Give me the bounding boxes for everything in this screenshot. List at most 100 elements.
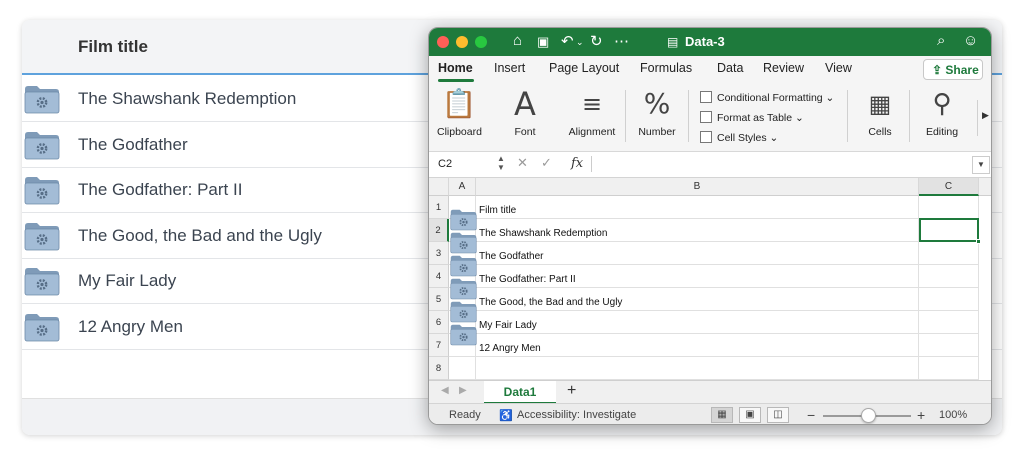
expand-formula-bar-icon[interactable]: ▼ (972, 156, 990, 174)
tab-formulas[interactable]: Formulas (640, 61, 692, 75)
minimize-window-button[interactable] (456, 36, 468, 48)
select-all-corner[interactable] (429, 178, 449, 196)
title-bar: ⌂ ▣ ↶ ⌄ ↻ ⋯ ▤ Data-3 ⌕ ☺ (429, 28, 991, 56)
row-header[interactable]: 5 (429, 288, 449, 311)
column-header-c[interactable]: C (919, 178, 979, 196)
next-sheet-icon[interactable]: ▶ (459, 385, 467, 396)
column-header-film-title[interactable]: Film title (78, 37, 148, 57)
zoom-level[interactable]: 100% (939, 409, 967, 421)
cell-b[interactable]: 12 Angry Men (476, 334, 919, 357)
accessibility-status[interactable]: Accessibility: Investigate (517, 409, 636, 421)
normal-view-button[interactable]: ▦ (711, 407, 733, 423)
ribbon-divider (847, 90, 848, 142)
font-group[interactable]: A Font (505, 86, 545, 138)
page-layout-view-button[interactable]: ▣ (739, 407, 761, 423)
cell-c[interactable] (919, 334, 979, 357)
cell-c[interactable] (919, 265, 979, 288)
cell-b[interactable]: The Godfather: Part II (476, 265, 919, 288)
row-header[interactable]: 1 (429, 196, 449, 219)
folder-gear-icon (450, 232, 477, 254)
tab-insert[interactable]: Insert (494, 61, 525, 75)
formula-divider (591, 156, 592, 172)
cell-b[interactable]: The Shawshank Redemption (476, 219, 919, 242)
status-ready: Ready (449, 409, 481, 421)
row-header[interactable]: 3 (429, 242, 449, 265)
cell-c[interactable] (919, 357, 979, 380)
row-header[interactable]: 7 (429, 334, 449, 357)
search-icon[interactable]: ⌕ (937, 32, 945, 49)
conditional-formatting-button[interactable]: Conditional Formatting ⌄ (700, 91, 834, 104)
status-bar: Ready ♿ Accessibility: Investigate ▦ ▣ ◫… (429, 403, 991, 424)
share-button[interactable]: ⇪ Share (923, 59, 983, 80)
ribbon-home: 📋 Clipboard A Font ≡ Alignment % Number … (429, 82, 991, 152)
cancel-icon[interactable]: ✕ (517, 155, 528, 171)
home-icon[interactable]: ⌂ (513, 32, 522, 49)
name-box[interactable]: C2 (438, 158, 452, 170)
clipboard-group[interactable]: 📋 Clipboard (437, 86, 482, 138)
cell-b[interactable]: Film title (476, 196, 919, 219)
tab-page-layout[interactable]: Page Layout (549, 61, 619, 75)
percent-icon: % (643, 87, 671, 120)
account-icon[interactable]: ☺ (963, 32, 978, 49)
zoom-out-button[interactable]: − (807, 407, 815, 423)
embedded-folder-image[interactable] (450, 323, 477, 351)
zoom-window-button[interactable] (475, 36, 487, 48)
alignment-group[interactable]: ≡ Alignment (565, 86, 619, 138)
cell-c[interactable] (919, 311, 979, 334)
zoom-in-button[interactable]: + (917, 407, 925, 423)
cell-c[interactable] (919, 288, 979, 311)
accessibility-icon[interactable]: ♿ (499, 409, 513, 422)
fill-handle[interactable] (976, 239, 981, 244)
ribbon-divider (909, 90, 910, 142)
column-header-b[interactable]: B (476, 178, 919, 196)
undo-dropdown-icon[interactable]: ⌄ (576, 37, 584, 48)
document-icon: ▤ (667, 35, 679, 49)
cell-b[interactable]: The Good, the Bad and the Ugly (476, 288, 919, 311)
prev-sheet-icon[interactable]: ◀ (441, 385, 449, 396)
number-group[interactable]: % Number (634, 86, 680, 138)
ribbon-more-icon[interactable]: ▶ (977, 100, 991, 136)
format-as-table-icon (700, 111, 712, 123)
redo-icon[interactable]: ↻ (590, 32, 603, 50)
folder-gear-icon (450, 324, 477, 346)
folder-gear-icon (24, 131, 60, 159)
more-icon[interactable]: ⋯ (614, 32, 629, 50)
row-header[interactable]: 6 (429, 311, 449, 334)
page-break-view-button[interactable]: ◫ (767, 407, 789, 423)
worksheet-grid[interactable]: A B C 1 Film title 2 The Shawshank Redempti… (429, 178, 991, 380)
save-icon[interactable]: ▣ (537, 34, 549, 50)
cell-b[interactable]: The Godfather (476, 242, 919, 265)
undo-icon[interactable]: ↶ (561, 32, 574, 50)
cell-c[interactable] (919, 196, 979, 219)
tab-data[interactable]: Data (717, 61, 743, 75)
tab-review[interactable]: Review (763, 61, 804, 75)
editing-group[interactable]: ⚲ Editing (917, 86, 967, 138)
enter-icon[interactable]: ✓ (541, 155, 552, 171)
tab-home[interactable]: Home (438, 61, 473, 75)
sheet-tab-data1[interactable]: Data1 (484, 381, 556, 404)
insert-function-button[interactable]: fx (571, 156, 583, 171)
name-box-stepper-icon[interactable]: ▲ ▼ (497, 154, 505, 172)
cell-styles-button[interactable]: Cell Styles ⌄ (700, 131, 778, 144)
row-header[interactable]: 4 (429, 265, 449, 288)
folder-gear-icon (450, 301, 477, 323)
cell-c[interactable] (919, 242, 979, 265)
row-header[interactable]: 8 (429, 357, 449, 380)
sheet-tab-bar: ◀ ▶ Data1 + (429, 380, 991, 404)
close-window-button[interactable] (437, 36, 449, 48)
search-icon: ⚲ (932, 89, 952, 119)
tab-view[interactable]: View (825, 61, 852, 75)
zoom-slider-knob[interactable] (861, 408, 876, 423)
row-header[interactable]: 2 (429, 219, 449, 242)
cell-a[interactable] (449, 357, 476, 380)
add-sheet-button[interactable]: + (567, 382, 576, 400)
column-header-a[interactable]: A (449, 178, 476, 196)
format-as-table-button[interactable]: Format as Table ⌄ (700, 111, 804, 124)
selected-cell-c2[interactable] (919, 218, 981, 244)
folder-gear-icon (24, 177, 60, 205)
cell-b[interactable] (476, 357, 919, 380)
cell-b[interactable]: My Fair Lady (476, 311, 919, 334)
cells-group[interactable]: ▦ Cells (857, 86, 903, 138)
column-header-d[interactable] (979, 178, 991, 196)
film-title-cell: 12 Angry Men (78, 316, 183, 336)
